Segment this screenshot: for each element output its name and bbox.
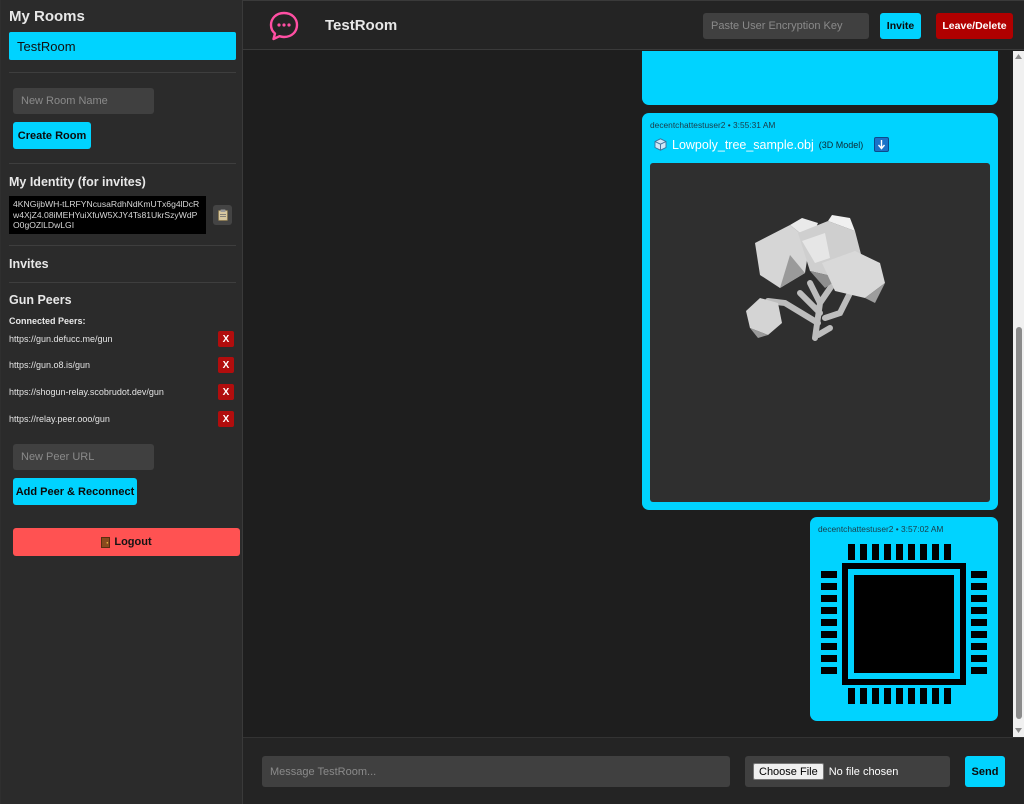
room-title: TestRoom bbox=[325, 17, 398, 34]
message-list[interactable]: decentchattestuser2 • 3:55:31 AM Lowpoly… bbox=[243, 51, 1024, 737]
remove-peer-button[interactable]: X bbox=[218, 331, 234, 347]
message-meta: decentchattestuser2 • 3:57:02 AM bbox=[818, 524, 944, 534]
copy-identity-button[interactable] bbox=[213, 205, 232, 225]
create-room-button[interactable]: Create Room bbox=[13, 122, 91, 149]
peer-url: https://relay.peer.ooo/gun bbox=[9, 414, 110, 424]
scroll-down-arrow-icon[interactable] bbox=[1015, 728, 1022, 733]
chat-header: TestRoom Invite Leave/Delete bbox=[243, 0, 1024, 50]
peer-row: https://shogun-relay.scobrudot.dev/gun X bbox=[9, 384, 234, 400]
peer-row: https://gun.defucc.me/gun X bbox=[9, 331, 234, 347]
file-link[interactable]: Lowpoly_tree_sample.obj (3D Model) bbox=[654, 137, 890, 152]
connected-peers-label: Connected Peers: bbox=[9, 316, 86, 326]
file-name: Lowpoly_tree_sample.obj bbox=[672, 137, 814, 152]
no-file-label: No file chosen bbox=[828, 765, 899, 778]
peer-row: https://relay.peer.ooo/gun X bbox=[9, 411, 234, 427]
invites-title: Invites bbox=[9, 257, 49, 271]
choose-file-button[interactable]: Choose File bbox=[753, 763, 824, 780]
peer-url: https://shogun-relay.scobrudot.dev/gun bbox=[9, 387, 164, 397]
invite-button[interactable]: Invite bbox=[880, 13, 921, 39]
add-peer-button[interactable]: Add Peer & Reconnect bbox=[13, 478, 137, 505]
scroll-up-arrow-icon[interactable] bbox=[1015, 54, 1022, 59]
peer-url: https://gun.o8.is/gun bbox=[9, 360, 91, 370]
sidebar: My Rooms TestRoom Create Room My Identit… bbox=[0, 0, 243, 804]
divider bbox=[9, 282, 236, 283]
message-meta: decentchattestuser2 • 3:55:31 AM bbox=[650, 120, 776, 130]
divider bbox=[9, 72, 236, 73]
cube-icon bbox=[654, 138, 667, 151]
identity-key: 4KNGijbWH-tLRFYNcusaRdhNdKmUTx6g4lDcRw4X… bbox=[9, 196, 206, 234]
model-viewer[interactable] bbox=[650, 163, 990, 502]
peers-title: Gun Peers bbox=[9, 293, 72, 307]
file-picker[interactable]: Choose File No file chosen bbox=[745, 756, 950, 787]
tree-model-preview bbox=[746, 215, 885, 341]
chat-bubble-icon bbox=[269, 11, 299, 41]
rooms-title: My Rooms bbox=[9, 8, 85, 25]
message-bubble: decentchattestuser2 • 3:57:02 AM bbox=[810, 517, 998, 721]
download-button[interactable] bbox=[874, 137, 890, 152]
remove-peer-button[interactable]: X bbox=[218, 411, 234, 427]
new-peer-input[interactable] bbox=[13, 444, 154, 470]
send-button[interactable]: Send bbox=[965, 756, 1005, 787]
peer-url: https://gun.defucc.me/gun bbox=[9, 334, 113, 344]
message-input[interactable] bbox=[262, 756, 730, 787]
scrollbar[interactable] bbox=[1013, 51, 1024, 737]
message-composer: Choose File No file chosen Send bbox=[243, 737, 1024, 804]
new-room-input[interactable] bbox=[13, 88, 154, 114]
file-type: (3D Model) bbox=[818, 139, 864, 150]
logout-label: Logout bbox=[114, 536, 152, 548]
clipboard-icon bbox=[217, 209, 228, 221]
divider bbox=[9, 163, 236, 164]
logout-button[interactable]: Logout bbox=[13, 528, 240, 556]
door-icon bbox=[101, 536, 111, 548]
remove-peer-button[interactable]: X bbox=[218, 357, 234, 373]
room-item-testroom[interactable]: TestRoom bbox=[9, 32, 236, 60]
download-arrow-icon bbox=[878, 140, 886, 150]
message-bubble bbox=[642, 51, 998, 105]
peer-row: https://gun.o8.is/gun X bbox=[9, 357, 234, 373]
cpu-chip-icon bbox=[821, 544, 987, 704]
leave-delete-button[interactable]: Leave/Delete bbox=[936, 13, 1013, 39]
scrollbar-thumb[interactable] bbox=[1016, 327, 1022, 719]
divider bbox=[9, 245, 236, 246]
message-bubble: decentchattestuser2 • 3:55:31 AM Lowpoly… bbox=[642, 113, 998, 510]
identity-title: My Identity (for invites) bbox=[9, 175, 146, 189]
remove-peer-button[interactable]: X bbox=[218, 384, 234, 400]
encryption-key-input[interactable] bbox=[703, 13, 869, 39]
